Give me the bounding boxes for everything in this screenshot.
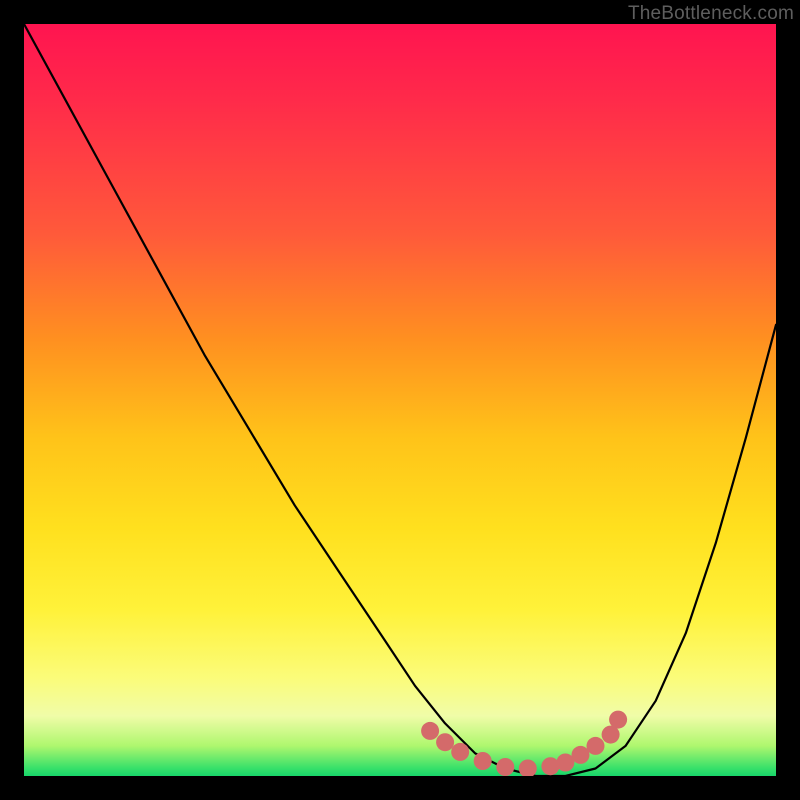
valley-dot xyxy=(474,752,492,770)
valley-dot xyxy=(436,733,454,751)
valley-dot xyxy=(587,737,605,755)
valley-dot xyxy=(451,743,469,761)
plot-area xyxy=(24,24,776,776)
valley-dot xyxy=(572,746,590,764)
valley-dot xyxy=(609,711,627,729)
curve-path xyxy=(24,24,776,776)
watermark-text: TheBottleneck.com xyxy=(628,3,794,25)
chart-frame: TheBottleneck.com xyxy=(0,0,800,800)
bottleneck-curve xyxy=(24,24,776,776)
valley-dot xyxy=(519,760,537,777)
valley-dot xyxy=(421,722,439,740)
valley-dot xyxy=(496,758,514,776)
valley-dot xyxy=(541,757,559,775)
